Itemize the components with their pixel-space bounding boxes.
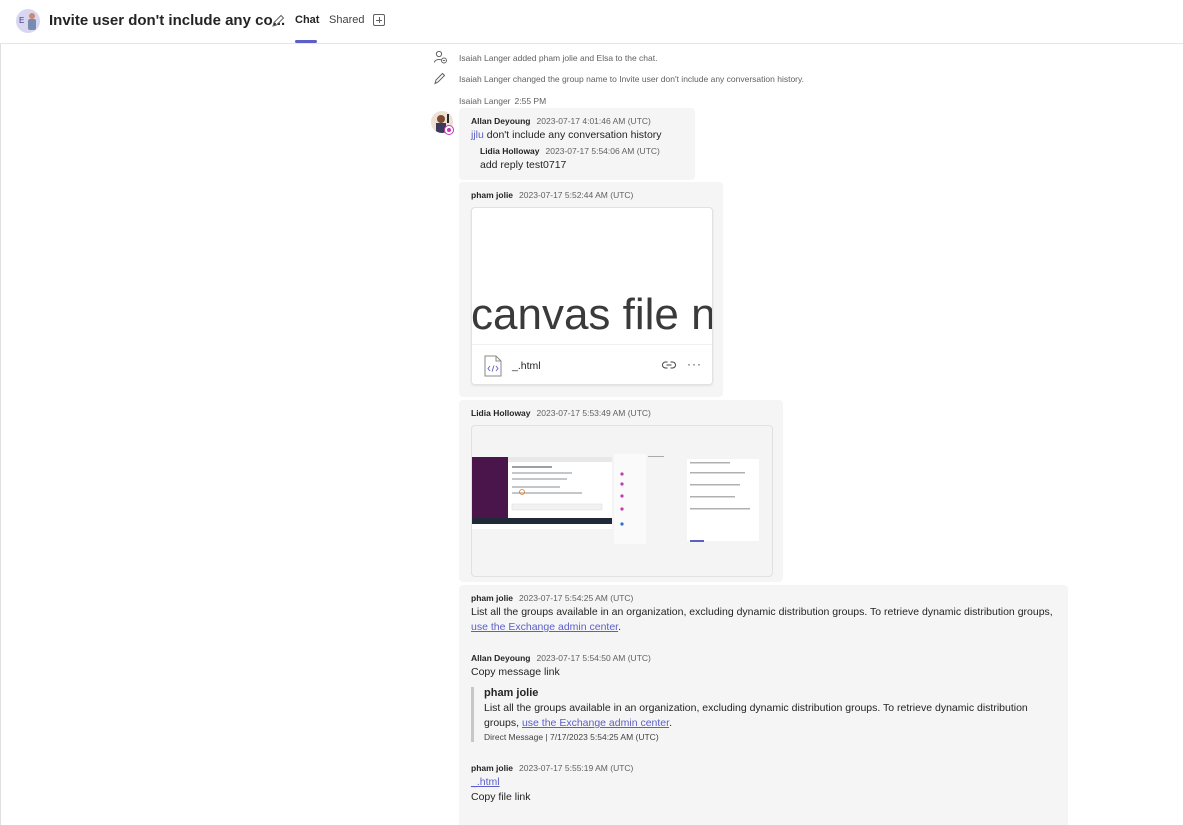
message-bubble: pham jolie 2023-07-17 5:54:25 AM (UTC) Li… [459, 585, 1068, 825]
group-avatar[interactable]: E [16, 9, 40, 33]
person-add-icon [434, 50, 447, 64]
message-bubble: pham jolie 2023-07-17 5:52:44 AM (UTC) ca… [459, 182, 723, 397]
message-meta: pham jolie 2023-07-17 5:52:44 AM (UTC) [471, 190, 633, 200]
message-text-continued: use the Exchange admin center. [471, 621, 621, 633]
quote-suffix: . [669, 717, 672, 729]
sender-name: Isaiah Langer [459, 96, 511, 106]
status-badge [444, 125, 454, 135]
message-bubble: Allan Deyoung 2023-07-17 4:01:46 AM (UTC)… [459, 108, 695, 180]
reply-time: 2023-07-17 5:54:06 AM (UTC) [545, 146, 660, 156]
message-author: pham jolie [471, 763, 514, 773]
message-text: Copy message link [471, 666, 560, 678]
message-author: pham jolie [471, 593, 514, 603]
group-avatar-letter: E [19, 16, 25, 25]
sender-line: Isaiah Langer 2:55 PM [459, 96, 546, 106]
message-text: Copy file link [471, 791, 531, 803]
image-attachment[interactable] [471, 425, 773, 577]
pencil-icon [434, 72, 446, 85]
file-link[interactable]: _.html [471, 776, 500, 788]
message-body: don't include any conversation history [483, 129, 662, 141]
tab-chat-underline [295, 40, 317, 43]
chat-title: Invite user don't include any co... [49, 12, 286, 29]
message-text: List all the groups available in an orga… [471, 606, 1053, 618]
code-file-icon [484, 355, 502, 377]
message-text: _.html [471, 776, 500, 788]
message-author: Allan Deyoung [471, 653, 531, 663]
message-time: 2023-07-17 4:01:46 AM (UTC) [536, 116, 651, 126]
reply-author: Lidia Holloway [480, 146, 540, 156]
message-time: 2023-07-17 5:52:44 AM (UTC) [519, 190, 634, 200]
file-footer: _.html ··· [472, 344, 712, 384]
quote-line: List all the groups available in an orga… [484, 702, 1028, 714]
message-meta: Allan Deyoung 2023-07-17 4:01:46 AM (UTC) [471, 116, 651, 126]
pencil-icon[interactable] [270, 13, 286, 29]
file-card[interactable]: canvas file n _.html ··· [471, 207, 713, 385]
message-meta: pham jolie 2023-07-17 5:54:25 AM (UTC) [471, 593, 633, 603]
quote-text: List all the groups available in an orga… [484, 701, 1061, 731]
link-icon[interactable] [662, 359, 676, 371]
quoted-message[interactable]: pham jolie List all the groups available… [471, 687, 1061, 742]
file-preview-text: canvas file n [471, 290, 713, 339]
message-author: Allan Deyoung [471, 116, 531, 126]
system-event: Isaiah Langer added pham jolie and Elsa … [459, 53, 658, 63]
exchange-admin-link[interactable]: use the Exchange admin center [471, 621, 618, 633]
add-tab-button[interactable] [373, 14, 385, 26]
person-figure-icon [28, 13, 36, 30]
message-author: Lidia Holloway [471, 408, 531, 418]
message-meta: Allan Deyoung 2023-07-17 5:54:50 AM (UTC) [471, 653, 651, 663]
message-bubble: Lidia Holloway 2023-07-17 5:53:49 AM (UTC… [459, 400, 783, 582]
quote-line: groups, [484, 717, 522, 729]
message-time: 2023-07-17 5:53:49 AM (UTC) [536, 408, 651, 418]
message-text: jjlu don't include any conversation hist… [471, 129, 662, 141]
exchange-admin-link[interactable]: use the Exchange admin center [522, 717, 669, 729]
reply-meta: Lidia Holloway 2023-07-17 5:54:06 AM (UTC… [480, 146, 660, 156]
message-author: pham jolie [471, 190, 514, 200]
reply-text: add reply test0717 [480, 159, 567, 171]
screenshot-thumbnail [472, 454, 759, 544]
message-meta: Lidia Holloway 2023-07-17 5:53:49 AM (UTC… [471, 408, 651, 418]
message-meta: pham jolie 2023-07-17 5:55:19 AM (UTC) [471, 763, 633, 773]
quote-meta: Direct Message | 7/17/2023 5:54:25 AM (U… [484, 732, 659, 742]
message-time: 2023-07-17 5:55:19 AM (UTC) [519, 763, 634, 773]
left-border [0, 44, 1, 825]
system-event: Isaiah Langer changed the group name to … [459, 74, 804, 84]
quote-author: pham jolie [484, 687, 539, 699]
more-options-icon[interactable]: ··· [687, 357, 702, 371]
file-name: _.html [512, 360, 541, 372]
sender-time: 2:55 PM [514, 96, 547, 106]
mention[interactable]: jjlu [471, 129, 484, 141]
chat-header: E Invite user don't include any co... Ch… [0, 0, 1183, 44]
tab-shared[interactable]: Shared [329, 14, 364, 26]
message-time: 2023-07-17 5:54:50 AM (UTC) [536, 653, 651, 663]
tab-chat[interactable]: Chat [295, 14, 319, 26]
message-suffix: . [618, 621, 622, 633]
message-time: 2023-07-17 5:54:25 AM (UTC) [519, 593, 634, 603]
